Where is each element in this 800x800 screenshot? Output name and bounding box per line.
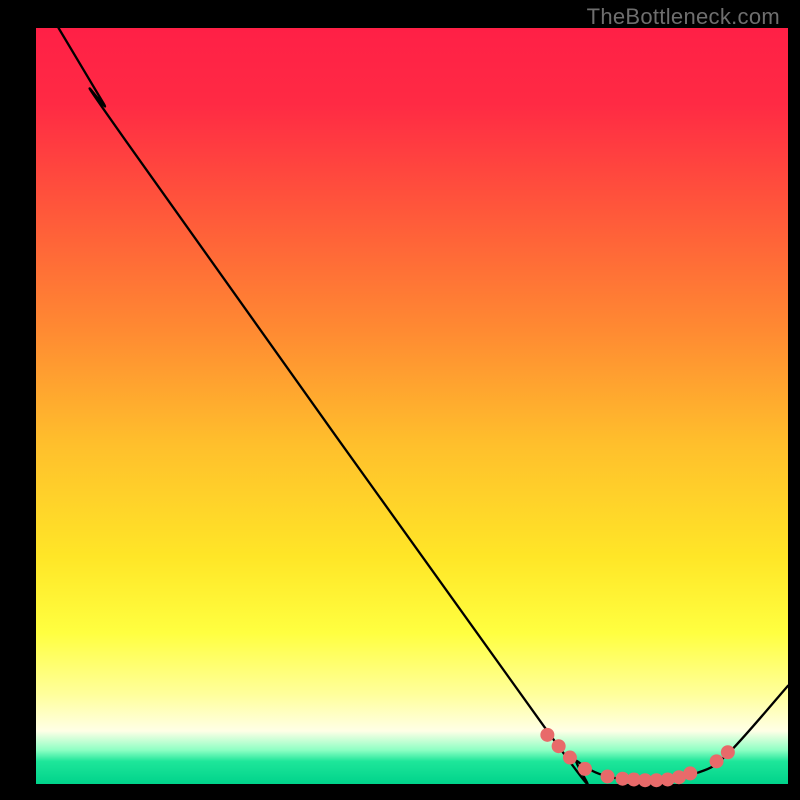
bottleneck-chart	[0, 0, 800, 800]
chart-frame: TheBottleneck.com	[0, 0, 800, 800]
data-marker	[578, 762, 592, 776]
data-marker	[710, 754, 724, 768]
data-marker	[552, 739, 566, 753]
data-marker	[601, 769, 615, 783]
data-marker	[721, 745, 735, 759]
data-marker	[540, 728, 554, 742]
data-marker	[683, 766, 697, 780]
gradient-background	[36, 28, 788, 784]
data-marker	[563, 751, 577, 765]
